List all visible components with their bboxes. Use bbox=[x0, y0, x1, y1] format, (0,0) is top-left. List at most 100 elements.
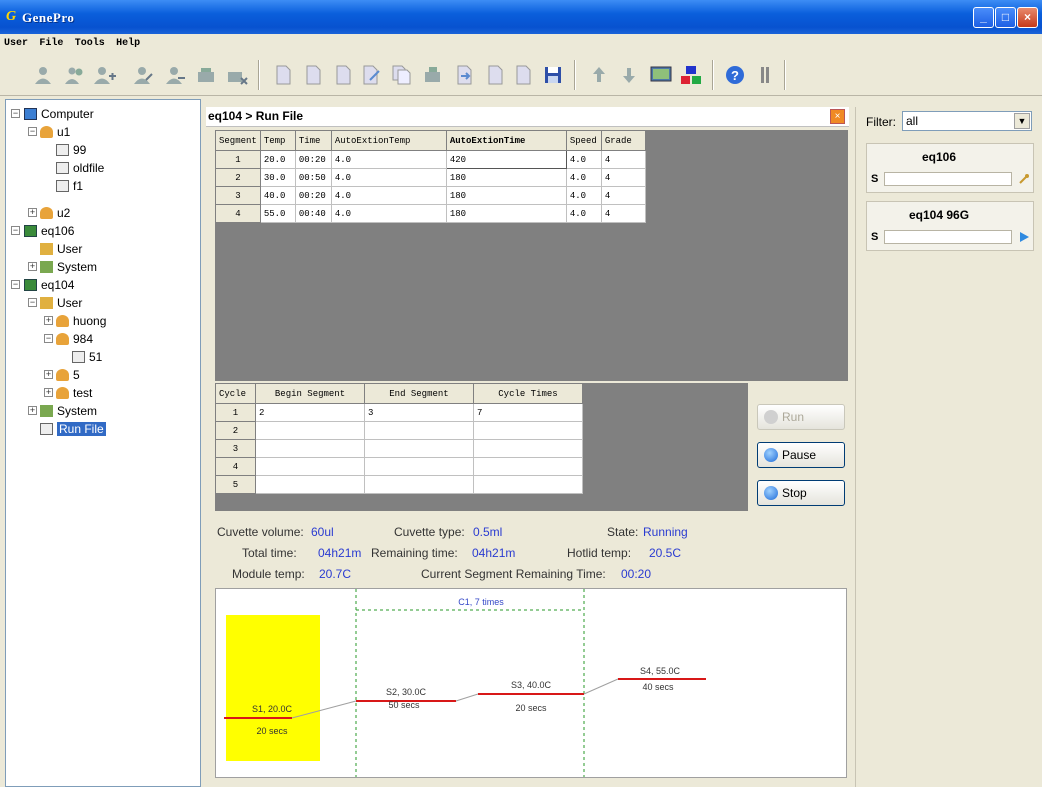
cell[interactable] bbox=[255, 475, 365, 494]
remove-device-icon[interactable] bbox=[222, 60, 252, 90]
cell[interactable]: 2 bbox=[255, 403, 365, 422]
tree-item-file-51[interactable]: 51 bbox=[72, 348, 102, 364]
table-row[interactable]: 1 20.0 00:20 4.0 420 4.0 4 bbox=[215, 150, 646, 169]
cell[interactable]: 30.0 bbox=[259, 168, 296, 187]
tree-item-file-99[interactable]: 99 bbox=[56, 141, 86, 157]
user-icon[interactable] bbox=[28, 60, 58, 90]
cell[interactable]: 3 bbox=[364, 403, 474, 422]
cell[interactable]: 4.0 bbox=[565, 204, 602, 223]
tree-item-eq106-system[interactable]: System bbox=[40, 258, 97, 274]
table-row[interactable]: 4 55.0 00:40 4.0 180 4.0 4 bbox=[215, 204, 646, 223]
cell[interactable] bbox=[255, 439, 365, 458]
expand-toggle[interactable]: + bbox=[44, 370, 53, 379]
cell[interactable]: 4.0 bbox=[565, 168, 602, 187]
tree-item-eq104-user[interactable]: User bbox=[40, 294, 82, 310]
cell[interactable] bbox=[255, 457, 365, 476]
device-card-eq104[interactable]: eq104 96G S bbox=[866, 201, 1034, 251]
cell[interactable]: 180 bbox=[445, 186, 567, 205]
table-row[interactable]: 5 bbox=[215, 475, 583, 494]
table-row[interactable]: 2 bbox=[215, 421, 583, 440]
new-file-icon[interactable] bbox=[268, 60, 298, 90]
maximize-button[interactable]: □ bbox=[995, 7, 1016, 28]
collapse-toggle[interactable]: − bbox=[11, 280, 20, 289]
cell[interactable] bbox=[364, 475, 474, 494]
save-icon[interactable] bbox=[538, 60, 568, 90]
collapse-toggle[interactable]: − bbox=[44, 334, 53, 343]
open-file-icon[interactable] bbox=[298, 60, 328, 90]
cell[interactable]: 55.0 bbox=[259, 204, 296, 223]
expand-toggle[interactable]: + bbox=[44, 316, 53, 325]
tree-item-eq106-user[interactable]: User bbox=[40, 240, 82, 256]
cell[interactable] bbox=[473, 457, 583, 476]
filter-select[interactable]: all ▼ bbox=[902, 111, 1032, 131]
collapse-toggle[interactable]: − bbox=[28, 298, 37, 307]
cell[interactable] bbox=[473, 439, 583, 458]
device-icon[interactable] bbox=[192, 60, 222, 90]
cell[interactable]: 20.0 bbox=[259, 150, 296, 169]
cell[interactable]: 4 bbox=[600, 168, 646, 187]
cell[interactable]: 40.0 bbox=[259, 186, 296, 205]
edit-file-icon[interactable] bbox=[356, 60, 386, 90]
cell[interactable] bbox=[473, 421, 583, 440]
minimize-button[interactable]: _ bbox=[973, 7, 994, 28]
collapse-toggle[interactable]: − bbox=[28, 127, 37, 136]
collapse-toggle[interactable]: − bbox=[11, 226, 20, 235]
tree-item-eq104[interactable]: eq104 bbox=[24, 276, 74, 292]
tree-item-run-file[interactable]: Run File bbox=[40, 420, 106, 436]
cell[interactable] bbox=[473, 475, 583, 494]
expand-toggle[interactable]: + bbox=[28, 406, 37, 415]
cell[interactable] bbox=[255, 421, 365, 440]
monitor-icon[interactable] bbox=[646, 60, 676, 90]
cell[interactable]: 180 bbox=[445, 204, 567, 223]
table-row[interactable]: 1237 bbox=[215, 403, 583, 422]
remove-user-icon[interactable] bbox=[160, 60, 190, 90]
export-file-icon[interactable] bbox=[480, 60, 510, 90]
cell[interactable]: 4 bbox=[600, 204, 646, 223]
device-file-icon[interactable] bbox=[418, 60, 448, 90]
blank-file-icon[interactable] bbox=[328, 60, 358, 90]
close-button[interactable]: × bbox=[1017, 7, 1038, 28]
tree-item-file-f1[interactable]: f1 bbox=[56, 177, 83, 193]
help-icon[interactable]: ? bbox=[720, 60, 750, 90]
cell[interactable]: 00:20 bbox=[294, 186, 332, 205]
device-card-eq106[interactable]: eq106 S bbox=[866, 143, 1034, 193]
cell[interactable]: 4.0 bbox=[330, 186, 447, 205]
table-row[interactable]: 3 40.0 00:20 4.0 180 4.0 4 bbox=[215, 186, 646, 205]
tree-item-eq106[interactable]: eq106 bbox=[24, 222, 74, 238]
table-row[interactable]: 2 30.0 00:50 4.0 180 4.0 4 bbox=[215, 168, 646, 187]
cell[interactable] bbox=[364, 439, 474, 458]
cell[interactable]: 4.0 bbox=[565, 186, 602, 205]
expand-toggle[interactable]: + bbox=[44, 388, 53, 397]
blank-file2-icon[interactable] bbox=[508, 60, 538, 90]
pause-button[interactable]: Pause bbox=[757, 442, 845, 468]
menu-tools[interactable]: Tools bbox=[71, 35, 109, 49]
run-button[interactable]: Run bbox=[757, 404, 845, 430]
tree-item-huong[interactable]: huong bbox=[56, 312, 106, 328]
tree-item-984[interactable]: 984 bbox=[56, 330, 93, 346]
tree-item-u1[interactable]: u1 bbox=[40, 123, 70, 139]
cell[interactable]: 180 bbox=[445, 168, 567, 187]
cell[interactable]: 4.0 bbox=[565, 150, 602, 169]
cell[interactable]: 7 bbox=[473, 403, 583, 422]
tree-item-5[interactable]: 5 bbox=[56, 366, 80, 382]
add-user-icon[interactable] bbox=[90, 60, 120, 90]
tree-item-u2[interactable]: u2 bbox=[40, 204, 70, 220]
collapse-toggle[interactable]: − bbox=[11, 109, 20, 118]
tree-item-computer[interactable]: Computer bbox=[24, 105, 94, 121]
cell[interactable]: 4 bbox=[600, 186, 646, 205]
import-file-icon[interactable] bbox=[450, 60, 480, 90]
cell[interactable]: 420 bbox=[445, 150, 567, 169]
table-row[interactable]: 4 bbox=[215, 457, 583, 476]
copy-file-icon[interactable] bbox=[386, 60, 416, 90]
tree-item-file-oldfile[interactable]: oldfile bbox=[56, 159, 104, 175]
cell[interactable]: 4.0 bbox=[330, 168, 447, 187]
user-group-icon[interactable] bbox=[60, 60, 90, 90]
cell[interactable]: 4.0 bbox=[330, 204, 447, 223]
menu-help[interactable]: Help bbox=[112, 35, 144, 49]
upload-icon[interactable] bbox=[584, 60, 614, 90]
cell[interactable] bbox=[364, 421, 474, 440]
tree-item-test[interactable]: test bbox=[56, 384, 92, 400]
cell[interactable] bbox=[364, 457, 474, 476]
cell[interactable]: 00:20 bbox=[294, 150, 332, 169]
cell[interactable]: 00:40 bbox=[294, 204, 332, 223]
